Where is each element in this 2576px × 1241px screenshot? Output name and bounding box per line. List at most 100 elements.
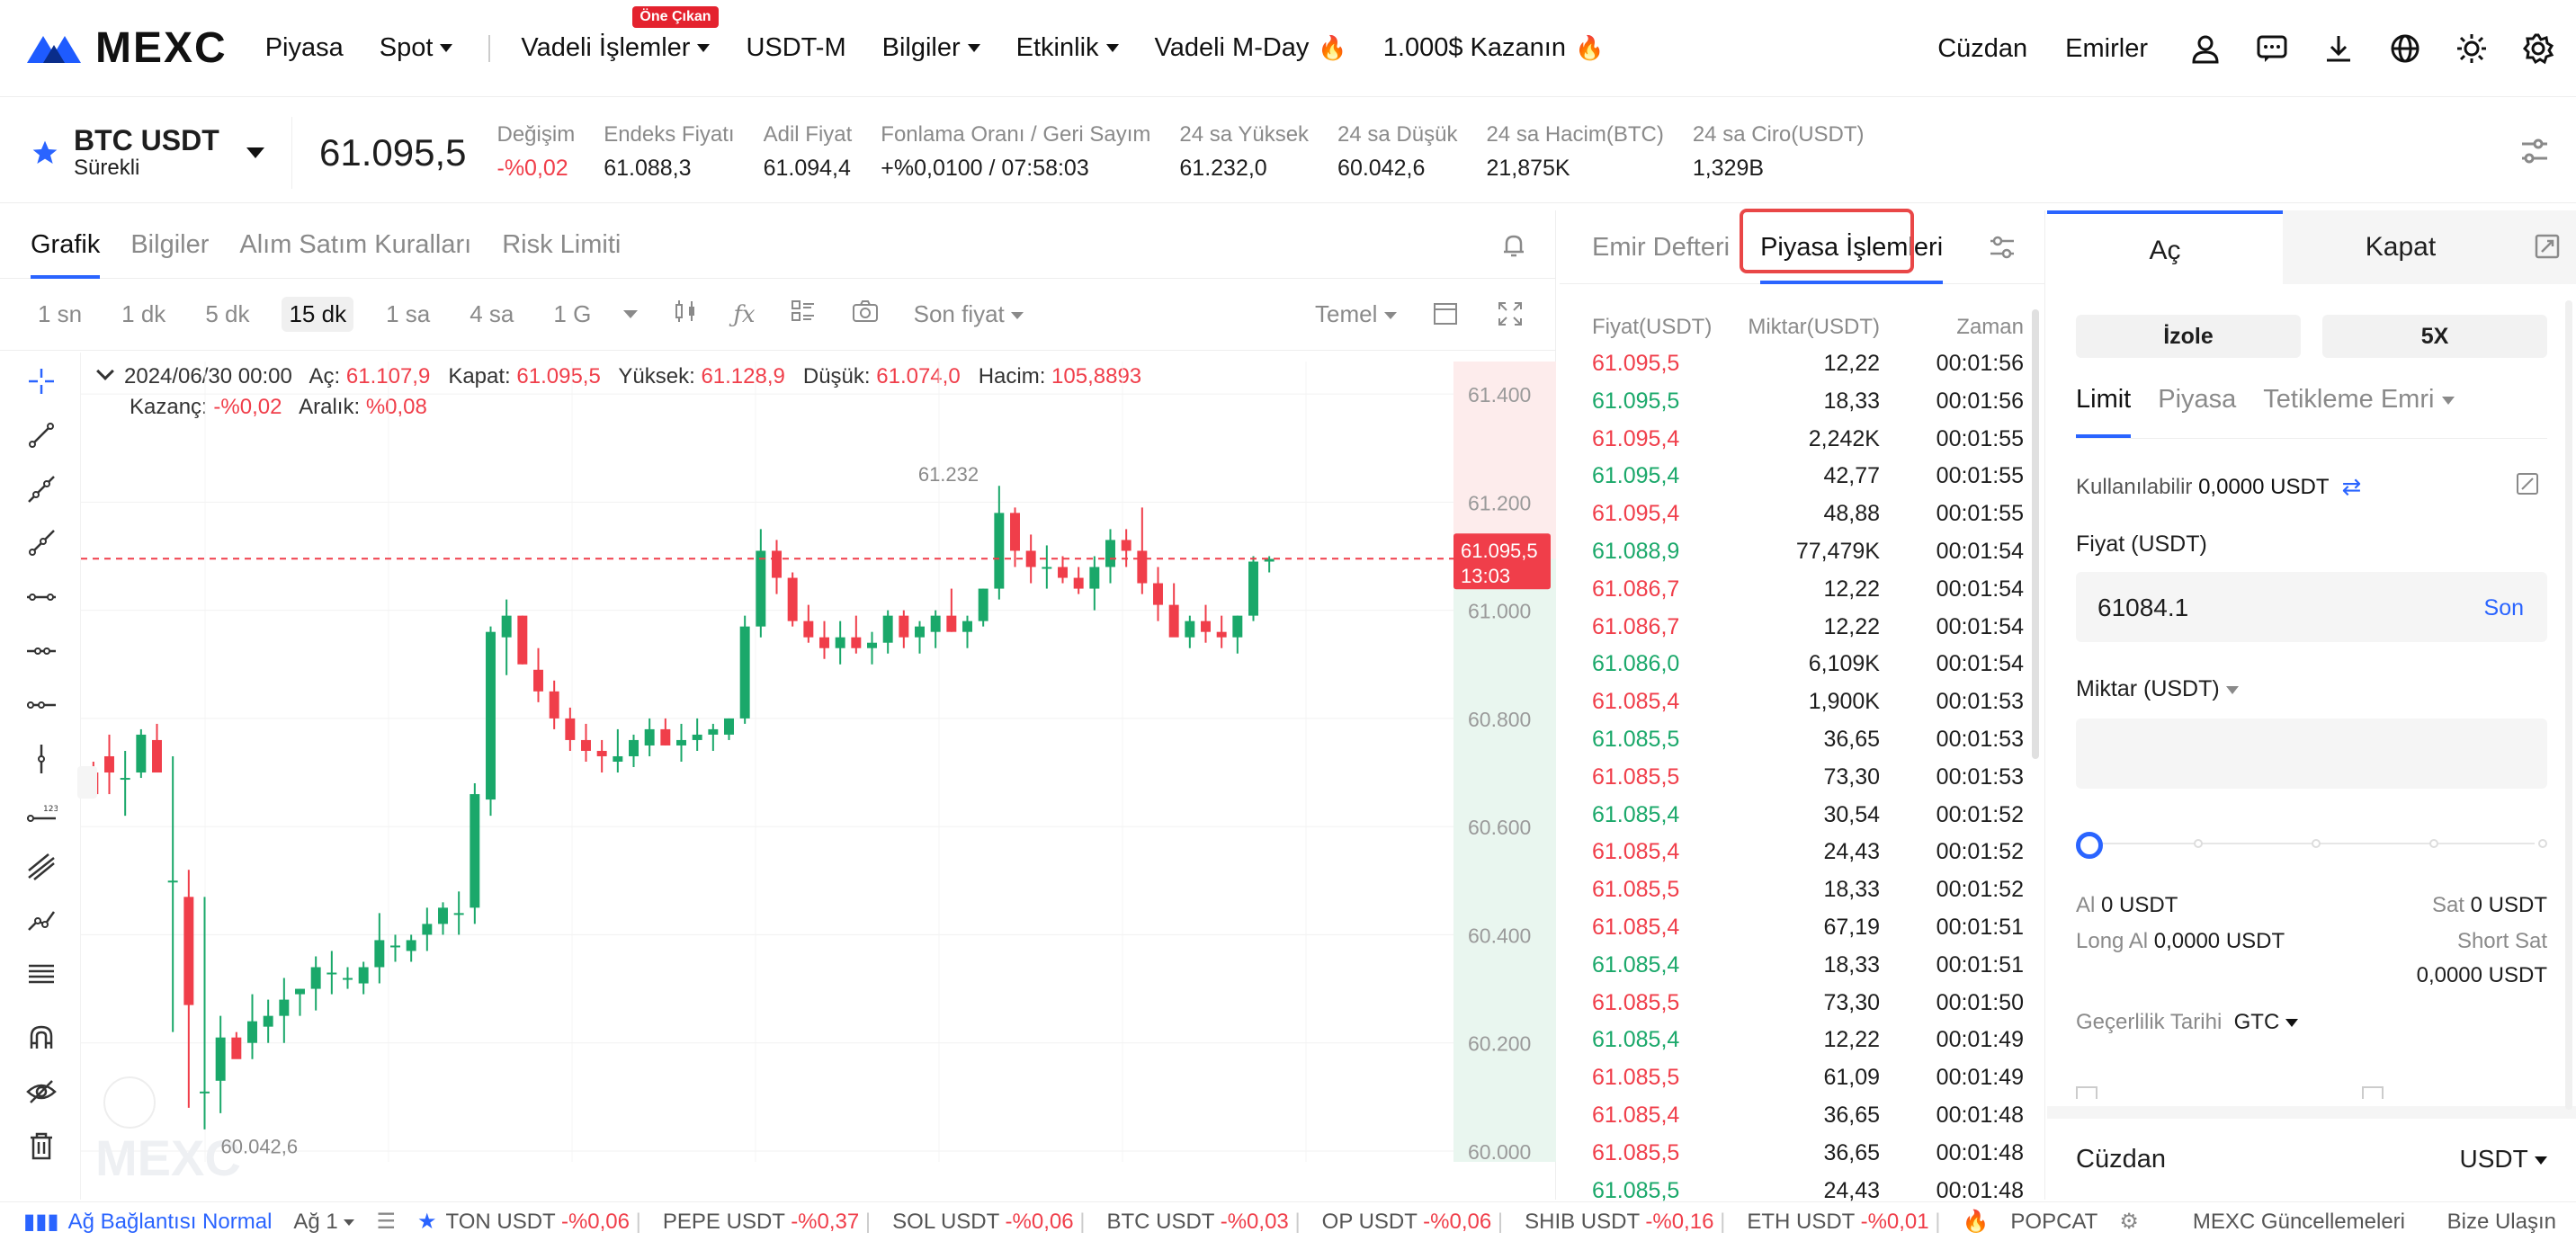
symbol-selector[interactable]: BTC USDT Sürekli [31,125,264,181]
timeframe-15m[interactable]: 15 dk [282,297,354,332]
footer-ticker[interactable]: TON USDT -%0,06 | [445,1210,640,1235]
trade-amount: 48,88 [1823,501,1880,527]
trade-price: 61.086,7 [1592,613,1680,639]
candle-body [200,1091,210,1094]
y-tick-label: 61.200 [1468,491,1531,514]
timeframe-5m[interactable]: 5 dk [198,297,256,332]
settings-sliders-icon[interactable]: ⚙ [2119,1209,2139,1235]
calculator-icon[interactable] [2518,210,2576,284]
nav-piyasa[interactable]: Piyasa [265,33,344,63]
contact-link[interactable]: Bize Ulaşın [2447,1210,2556,1235]
tab-order-book[interactable]: Emir Defteri [1592,210,1730,284]
settings-sliders-icon[interactable] [2518,135,2551,172]
trade-amount: 12,22 [1823,1027,1880,1053]
download-icon[interactable] [2319,29,2358,68]
nav-futures[interactable]: Vadeli İşlemler Öne Çıkan [521,6,719,63]
last-price-button[interactable]: Son [2484,595,2524,621]
scrollbar[interactable] [2565,300,2572,1110]
user-icon[interactable] [2186,29,2225,68]
stat-label: 24 sa Ciro(USDT) [1692,121,1865,147]
transfer-icon[interactable]: ⇄ [2341,473,2361,501]
nav-bilgiler[interactable]: Bilgiler [882,33,980,63]
footer-ticker[interactable]: PEPE USDT -%0,37 | [663,1210,871,1235]
candlestick-chart[interactable]: 123 2024/06/30 00:00 Aç: 61.107,9 Kapat:… [0,353,1556,1200]
amount-slider[interactable] [2076,828,2547,861]
slider-thumb[interactable] [2076,832,2103,859]
stat-label: Fonlama Oranı / Geri Sayım [881,121,1151,147]
candle-body [215,1037,226,1081]
footer-ticker[interactable]: BTC USDT -%0,03 | [1106,1210,1300,1235]
node-select[interactable]: Ağ 1 [293,1210,355,1235]
scrollbar[interactable] [2032,309,2039,759]
margin-mode-button[interactable]: İzole [2076,315,2301,358]
nav-m-day[interactable]: Vadeli M-Day 🔥 [1155,33,1347,63]
footer-ticker[interactable]: SHIB USDT -%0,16 | [1525,1210,1725,1235]
window-icon[interactable] [1432,300,1459,334]
candle-body [470,794,480,908]
tab-risk-limit[interactable]: Risk Limiti [502,210,621,279]
timeframe-1m[interactable]: 1 dk [114,297,173,332]
timeframe-1d[interactable]: 1 G [546,297,598,332]
tab-open[interactable]: Aç [2047,210,2283,284]
gear-icon[interactable] [2518,29,2558,68]
timeframe-1h[interactable]: 1 sa [379,297,437,332]
nav-spot[interactable]: Spot [380,33,453,63]
candle-body [279,999,290,1016]
filter-sliders-icon[interactable] [1987,232,2017,267]
price-type-select[interactable]: Son fiyat [914,300,1024,328]
candle-body [1216,631,1227,638]
nav-etkinlik[interactable]: Etkinlik [1016,33,1119,63]
candle-type-icon[interactable] [672,298,699,331]
stat-label: Endeks Fiyatı [604,121,735,147]
footer-ticker[interactable]: SOL USDT -%0,06 | [892,1210,1085,1235]
news-link[interactable]: MEXC Güncellemeleri [2193,1210,2405,1235]
chart-mode-select[interactable]: Temel [1315,300,1397,328]
promo-text[interactable]: POPCAT [2010,1210,2097,1235]
globe-icon[interactable] [2385,29,2425,68]
indicator-fx-icon[interactable]: ƒx [733,301,755,328]
footer-ticker[interactable]: OP USDT -%0,06 | [1322,1210,1503,1235]
short-tp-sl-checkbox[interactable] [2362,1086,2384,1099]
wallet-section[interactable]: Cüzdan USDT [2047,1106,2576,1200]
tab-bilgiler[interactable]: Bilgiler [130,210,209,279]
chevron-down-icon[interactable] [623,310,639,318]
quantity-input[interactable] [2076,719,2547,789]
footer-ticker[interactable]: ETH USDT -%0,01 | [1747,1210,1940,1235]
tab-market[interactable]: Piyasa [2158,385,2236,438]
chevron-down-icon [1011,312,1024,320]
theme-sun-icon[interactable] [2452,29,2491,68]
trade-row: 61.095,5 18,33 00:01:56 [1592,383,2024,421]
layout-icon[interactable] [790,298,817,331]
nav-usdt-m[interactable]: USDT-M [746,33,845,63]
tab-grafik[interactable]: Grafik [31,210,101,279]
validity-row[interactable]: Geçerlilik Tarihi GTC [2076,1010,2547,1035]
price-input[interactable]: 61084.1 Son [2076,572,2547,642]
list-icon[interactable]: ☰ [376,1209,396,1235]
tab-trading-rules[interactable]: Alım Satım Kuralları [239,210,471,279]
camera-icon[interactable] [851,298,880,331]
tab-close[interactable]: Kapat [2283,210,2518,284]
calc-icon[interactable] [2515,471,2540,503]
chevron-down-icon [440,44,453,52]
timeframe-1s[interactable]: 1 sn [31,297,89,332]
tab-trigger[interactable]: Tetikleme Emri [2263,385,2455,438]
bell-icon[interactable] [1499,230,1528,263]
logo-text: MEXC [95,24,228,72]
nav-promo[interactable]: 1.000$ Kazanın 🔥 [1383,33,1605,63]
tp-sl-checkbox[interactable] [2076,1086,2097,1099]
qty-label[interactable]: Miktar (USDT) [2076,676,2547,702]
mexc-logo[interactable]: MEXC [25,23,228,73]
trade-time: 00:01:52 [1936,801,2024,827]
trade-row: 61.088,9 77,479K 00:01:54 [1592,533,2024,571]
wallet-currency: USDT [2460,1145,2547,1174]
nav-orders[interactable]: Emirler [2065,34,2148,64]
candle-body [263,1015,273,1027]
nav-wallet[interactable]: Cüzdan [1937,34,2027,64]
message-icon[interactable] [2252,29,2292,68]
leverage-button[interactable]: 5X [2322,315,2547,358]
trade-row: 61.085,4 30,54 00:01:52 [1592,797,2024,835]
candle-body [1248,561,1258,616]
tab-limit[interactable]: Limit [2076,385,2132,438]
timeframe-4h[interactable]: 4 sa [462,297,521,332]
fullscreen-icon[interactable] [1497,300,1524,334]
